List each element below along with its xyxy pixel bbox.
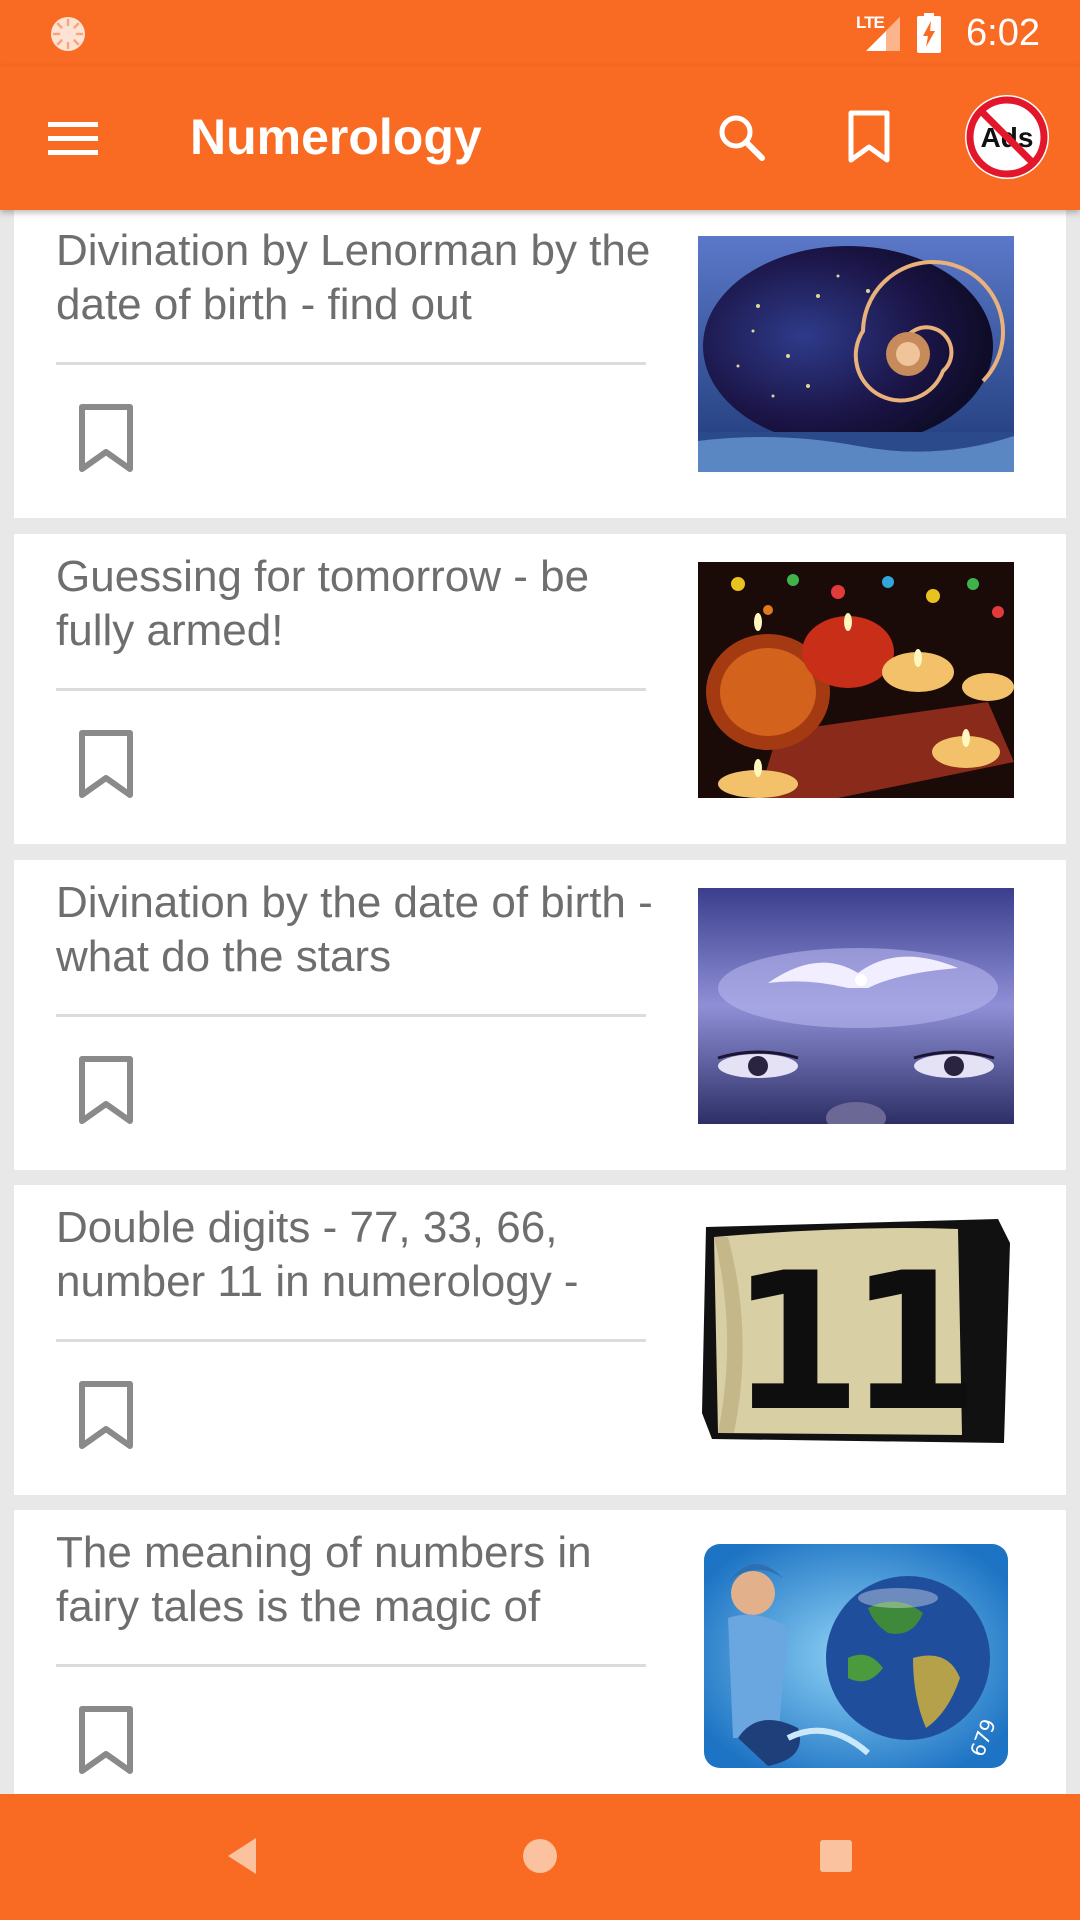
article-card[interactable]: The meaning of numbers in fairy tales is… — [14, 1510, 1066, 1794]
no-ads-icon: Ads — [965, 95, 1049, 179]
plate-number-text: 11 — [730, 1232, 968, 1449]
bookmark-outline-icon — [79, 1381, 133, 1449]
menu-button[interactable] — [38, 110, 108, 166]
signal-icon: LTE — [856, 13, 902, 53]
article-bookmark-button[interactable] — [68, 1048, 144, 1134]
home-icon[interactable] — [512, 1828, 568, 1884]
bookmark-outline-icon — [79, 1706, 133, 1774]
article-image-earth-fairy: 679 — [698, 1538, 1014, 1774]
search-icon — [719, 115, 765, 161]
article-bookmark-button[interactable] — [68, 1698, 144, 1784]
remove-ads-button[interactable]: Ads — [962, 92, 1052, 182]
system-nav-bar — [0, 1794, 1080, 1920]
app-bar: Numerology Ads — [0, 66, 1080, 210]
article-title[interactable]: The meaning of numbers in fairy tales is… — [56, 1526, 656, 1634]
article-image-cosmic-shell — [698, 236, 1014, 472]
card-divider — [56, 362, 646, 365]
battery-charging-icon — [917, 13, 942, 53]
bookmark-icon — [848, 110, 890, 163]
app-title: Numerology — [190, 109, 482, 165]
article-card[interactable]: Divination by the date of birth - what d… — [14, 860, 1066, 1170]
article-title[interactable]: Double digits - 77, 33, 66, number 11 in… — [56, 1201, 656, 1309]
card-divider — [56, 1664, 646, 1667]
back-icon[interactable] — [216, 1828, 272, 1884]
article-title[interactable]: Divination by Lenorman by the date of bi… — [56, 224, 656, 332]
article-bookmark-button[interactable] — [68, 1373, 144, 1459]
article-image-eyes-dove — [698, 888, 1014, 1124]
status-time: 6:02 — [966, 11, 1040, 54]
article-title[interactable]: Divination by the date of birth - what d… — [56, 876, 656, 984]
bookmarks-button[interactable] — [836, 104, 902, 170]
article-bookmark-button[interactable] — [68, 396, 144, 482]
card-divider — [56, 688, 646, 691]
article-card[interactable]: Divination by Lenorman by the date of bi… — [14, 210, 1066, 518]
recents-icon[interactable] — [808, 1828, 864, 1884]
search-button[interactable] — [708, 104, 774, 170]
spinner-icon — [51, 17, 85, 51]
article-image-number-eleven: 11 — [698, 1213, 1014, 1449]
screen: LTE 6:02 Numerology Divination by Lenorm… — [0, 0, 1080, 1920]
article-card[interactable]: Guessing for tomorrow - be fully armed! — [14, 534, 1066, 844]
bookmark-outline-icon — [79, 1056, 133, 1124]
article-image-candles — [698, 562, 1014, 798]
status-bar: LTE 6:02 — [0, 0, 1080, 66]
bookmark-outline-icon — [79, 404, 133, 472]
article-bookmark-button[interactable] — [68, 722, 144, 808]
card-divider — [56, 1014, 646, 1017]
article-list[interactable]: Divination by Lenorman by the date of bi… — [0, 210, 1080, 1794]
menu-icon — [48, 122, 98, 155]
article-title[interactable]: Guessing for tomorrow - be fully armed! — [56, 550, 656, 658]
card-divider — [56, 1339, 646, 1342]
bookmark-outline-icon — [79, 730, 133, 798]
article-card[interactable]: Double digits - 77, 33, 66, number 11 in… — [14, 1185, 1066, 1495]
